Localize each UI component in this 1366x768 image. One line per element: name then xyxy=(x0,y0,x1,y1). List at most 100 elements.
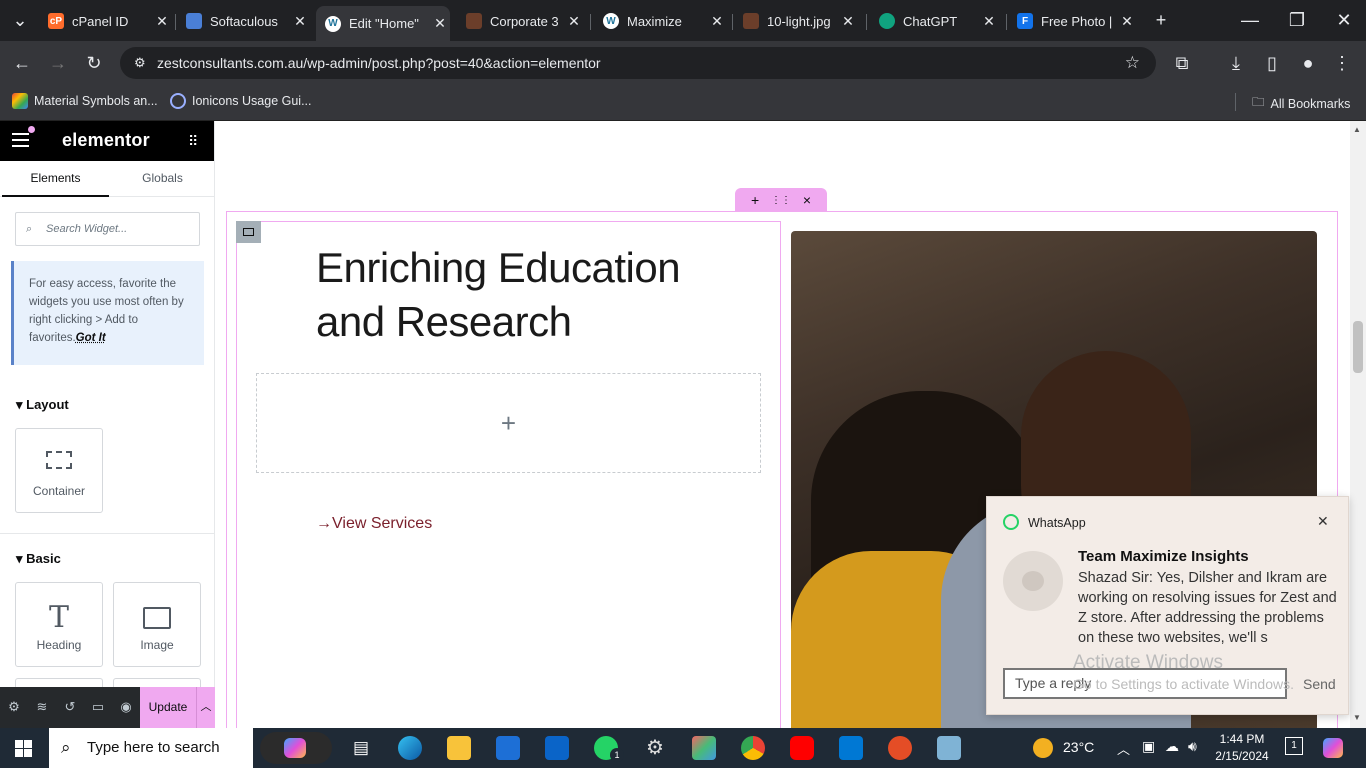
store-icon[interactable] xyxy=(496,736,520,760)
widget-image[interactable]: Image xyxy=(113,582,201,667)
column-handle-icon[interactable] xyxy=(236,221,261,243)
volume-icon[interactable]: 🔊︎ xyxy=(1188,738,1197,755)
reload-icon[interactable]: ↻ xyxy=(82,51,106,75)
close-tab-icon[interactable]: ✕ xyxy=(290,13,310,30)
wordpress-icon: W xyxy=(603,13,619,29)
task-view-icon[interactable]: ▤ xyxy=(349,736,373,760)
profile-avatar-icon[interactable]: ● xyxy=(1296,51,1320,75)
download-icon[interactable]: ⤓ xyxy=(1224,51,1248,75)
google-fonts-icon xyxy=(12,93,28,109)
windows-start-icon[interactable] xyxy=(15,740,32,757)
window-close-icon[interactable]: ✕ xyxy=(1332,8,1356,32)
file-explorer-icon[interactable] xyxy=(447,736,471,760)
add-element-icon[interactable]: + xyxy=(501,408,516,439)
minimize-icon[interactable]: — xyxy=(1238,8,1262,32)
mail-icon[interactable] xyxy=(545,736,569,760)
back-icon[interactable]: ← xyxy=(10,51,34,75)
tab-corporate[interactable]: Corporate 3 ✕ xyxy=(466,6,584,36)
close-tab-icon[interactable]: ✕ xyxy=(564,13,584,30)
bookmark-ionicons[interactable]: Ionicons Usage Gui... xyxy=(170,93,312,109)
whatsapp-taskbar-icon[interactable]: 1 xyxy=(594,736,624,762)
settings-icon[interactable]: ⚙ xyxy=(6,699,22,715)
copilot-icon[interactable] xyxy=(260,732,332,764)
page-heading[interactable]: Enriching Education and Research xyxy=(316,241,736,349)
widgets-grid-icon[interactable]: ⠿ xyxy=(188,134,198,148)
taskbar-search[interactable]: ⌕ Type here to search xyxy=(49,728,253,768)
drag-handle-icon[interactable]: ⋮⋮ xyxy=(771,195,791,206)
empty-dropzone[interactable]: + xyxy=(256,373,761,473)
hamburger-menu-icon[interactable] xyxy=(12,133,29,147)
tab-maximize[interactable]: W Maximize ✕ xyxy=(603,6,727,36)
category-layout[interactable]: ▾ Layout xyxy=(16,397,69,413)
photos-app-icon[interactable] xyxy=(692,736,716,760)
update-options-chevron-icon[interactable]: ︿ xyxy=(196,687,215,728)
responsive-icon[interactable]: ▭ xyxy=(90,699,106,715)
tab-title: Free Photo | xyxy=(1041,13,1113,29)
arrow-right-icon: → xyxy=(316,515,332,532)
all-bookmarks[interactable]: 🗀 All Bookmarks xyxy=(1252,93,1350,114)
restore-icon[interactable]: ❐ xyxy=(1285,8,1309,32)
network-icon[interactable]: ▣ xyxy=(1142,738,1155,755)
close-tab-icon[interactable]: ✕ xyxy=(1117,13,1137,30)
new-tab-icon[interactable]: + xyxy=(1149,8,1173,32)
send-button[interactable]: Send xyxy=(1303,676,1336,692)
temperature[interactable]: 23°C xyxy=(1063,739,1094,755)
preview-eye-icon[interactable]: ◉ xyxy=(118,699,134,715)
scrollbar-thumb[interactable] xyxy=(1353,321,1363,373)
close-tab-icon[interactable]: ✕ xyxy=(979,13,999,30)
menu-kebab-icon[interactable]: ⋮ xyxy=(1330,51,1354,75)
tab-free-photo[interactable]: F Free Photo | ✕ xyxy=(1017,6,1137,36)
settings-gear-icon[interactable]: ⚙ xyxy=(643,736,667,760)
category-basic[interactable]: ▾ Basic xyxy=(16,551,61,567)
side-panel-icon[interactable]: ▯ xyxy=(1260,51,1284,75)
url-bar[interactable]: ⚙ zestconsultants.com.au/wp-admin/post.p… xyxy=(120,47,1156,79)
add-section-icon[interactable]: + xyxy=(751,192,759,208)
bookmark-star-icon[interactable]: ☆ xyxy=(1125,47,1140,79)
layers-icon[interactable]: ≋ xyxy=(34,699,50,715)
notifications-icon[interactable]: 1 xyxy=(1285,737,1303,755)
extensions-icon[interactable]: ⧉ xyxy=(1170,51,1194,75)
tab-title: Edit "Home" xyxy=(349,16,419,31)
delete-section-icon[interactable]: × xyxy=(803,192,811,208)
tab-title: 10-light.jpg xyxy=(767,13,831,29)
tray-chevron-icon[interactable]: ︿ xyxy=(1117,739,1130,758)
tab-softaculous[interactable]: Softaculous ✕ xyxy=(186,6,310,36)
whatsapp-notification[interactable]: WhatsApp ✕ Team Maximize Insights Shazad… xyxy=(986,496,1349,715)
close-tab-icon[interactable]: ✕ xyxy=(838,13,858,30)
view-services-link[interactable]: →View Services xyxy=(316,515,432,533)
copilot-tray-icon[interactable] xyxy=(1323,738,1343,758)
bookmark-material-symbols[interactable]: Material Symbols an... xyxy=(12,93,158,109)
app-icon[interactable] xyxy=(937,736,961,760)
vscode-icon[interactable] xyxy=(839,736,863,760)
group-avatar-icon xyxy=(1003,551,1063,611)
widget-container[interactable]: Container xyxy=(15,428,103,513)
edge-icon[interactable] xyxy=(398,736,422,760)
search-icon: ⌕ xyxy=(61,738,71,757)
weather-icon[interactable] xyxy=(1033,738,1053,758)
forward-icon[interactable]: → xyxy=(46,51,70,75)
tab-search-icon[interactable]: ⌄ xyxy=(8,8,32,32)
close-tab-icon[interactable]: ✕ xyxy=(430,15,450,32)
tab-globals[interactable]: Globals xyxy=(109,161,216,197)
close-tab-icon[interactable]: ✕ xyxy=(707,13,727,30)
search-widget-input[interactable]: ⌕ Search Widget... xyxy=(15,212,200,246)
wifi-icon[interactable]: ☁ xyxy=(1165,738,1179,755)
update-button[interactable]: Update xyxy=(140,687,196,728)
bookmark-label: Material Symbols an... xyxy=(34,94,158,108)
clock[interactable]: 1:44 PM 2/15/2024 xyxy=(1209,731,1275,765)
chrome-icon[interactable] xyxy=(741,736,765,760)
close-notification-icon[interactable]: ✕ xyxy=(1317,513,1329,530)
close-tab-icon[interactable]: ✕ xyxy=(152,13,172,30)
brave-icon[interactable] xyxy=(888,736,912,760)
tab-light-jpg[interactable]: 10-light.jpg ✕ xyxy=(743,6,858,36)
history-icon[interactable]: ↺ xyxy=(62,699,78,715)
site-settings-icon[interactable]: ⚙ xyxy=(134,47,146,79)
canvas-scrollbar[interactable]: ▲ ▼ xyxy=(1350,121,1366,728)
tab-chatgpt[interactable]: ChatGPT ✕ xyxy=(879,6,999,36)
tab-edit-home[interactable]: W Edit "Home" ✕ xyxy=(316,6,450,41)
got-it-link[interactable]: Got It xyxy=(76,332,106,344)
tab-elements[interactable]: Elements xyxy=(2,161,109,197)
youtube-icon[interactable] xyxy=(790,736,814,760)
widget-heading[interactable]: T Heading xyxy=(15,582,103,667)
tab-cpanel[interactable]: cP cPanel ID ✕ xyxy=(48,6,172,36)
